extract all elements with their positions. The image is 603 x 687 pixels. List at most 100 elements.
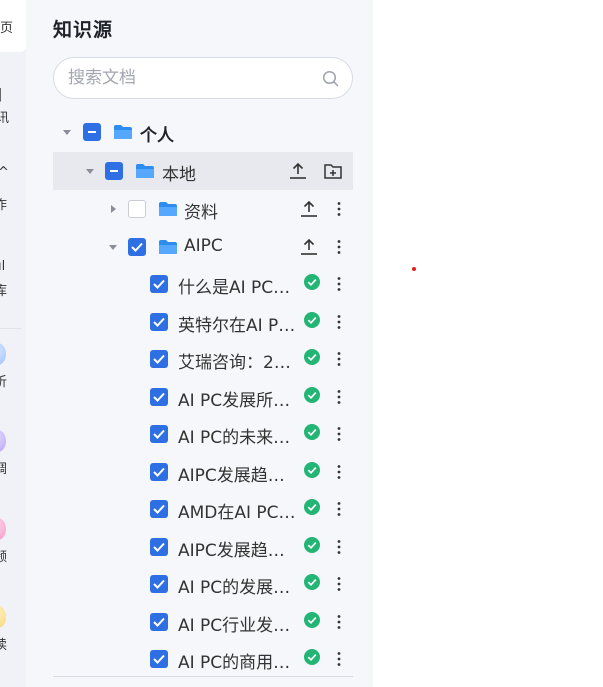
success-check-icon xyxy=(304,386,320,403)
add-folder-icon[interactable] xyxy=(323,161,343,181)
file-name: AI PC的商用… xyxy=(178,653,291,673)
nav-item-label[interactable]: 作 xyxy=(0,199,7,213)
checkbox-checked[interactable] xyxy=(150,537,168,556)
panel-title: 知识源 xyxy=(53,19,114,41)
file-name: 什么是AI PC… xyxy=(178,278,291,298)
nav-item-label[interactable]: 调 xyxy=(0,463,7,477)
nav-item-icon-fragment[interactable]: | xyxy=(0,88,2,102)
tree-node-label: 资料 xyxy=(184,203,218,223)
success-check-icon xyxy=(304,424,320,440)
file-row[interactable]: 英特尔在AI P… xyxy=(53,303,353,341)
more-icon[interactable] xyxy=(336,314,342,330)
more-icon[interactable] xyxy=(336,539,342,555)
nav-item-icon-fragment[interactable]: ıl xyxy=(0,260,5,274)
checkbox-partial[interactable] xyxy=(83,123,101,141)
more-icon[interactable] xyxy=(336,426,342,442)
checkbox-checked[interactable] xyxy=(150,425,168,443)
tree-node-label: 本地 xyxy=(162,165,196,185)
more-icon[interactable] xyxy=(336,464,342,480)
more-icon[interactable] xyxy=(336,239,342,255)
caret-right-icon[interactable] xyxy=(108,204,118,214)
file-row[interactable]: 艾瑞咨询：20… xyxy=(53,340,353,378)
nav-item-label[interactable]: 讯 xyxy=(0,112,9,126)
file-row[interactable]: AI PC的商用… xyxy=(53,640,353,678)
tree-node-root[interactable]: 个人 xyxy=(53,113,353,151)
tree-node-folder[interactable]: 资料 xyxy=(53,190,353,228)
success-check-icon xyxy=(304,274,320,290)
file-row[interactable]: AI PC行业发… xyxy=(53,603,353,641)
checkbox-checked[interactable] xyxy=(150,575,168,593)
folder-icon xyxy=(159,240,177,254)
caret-down-icon[interactable] xyxy=(62,127,72,137)
checkbox-checked[interactable] xyxy=(150,500,168,518)
file-row[interactable]: 什么是AI PC… xyxy=(53,265,353,303)
file-name: AIPC发展趋… xyxy=(178,540,285,561)
success-check-icon xyxy=(304,311,320,328)
app-icon[interactable] xyxy=(0,606,6,628)
app-icon[interactable] xyxy=(0,430,6,452)
upload-icon[interactable] xyxy=(299,237,319,257)
tree-node-folder[interactable]: AIPC xyxy=(53,228,353,266)
more-icon[interactable] xyxy=(336,614,342,630)
file-row[interactable]: AMD在AI PC… xyxy=(53,490,353,528)
nav-item-label[interactable]: 读 xyxy=(0,639,7,653)
app-icon[interactable] xyxy=(0,343,6,365)
file-name: 英特尔在AI P… xyxy=(178,315,296,336)
caret-down-icon[interactable] xyxy=(108,242,118,252)
checkbox-checked[interactable] xyxy=(150,387,168,406)
file-name: AMD在AI PC… xyxy=(178,503,296,523)
file-row[interactable]: AI PC的发展… xyxy=(53,565,353,603)
nav-item-label[interactable]: 析 xyxy=(0,376,7,390)
file-row[interactable]: AIPC发展趋… xyxy=(53,453,353,491)
nav-item-label[interactable]: 库 xyxy=(0,285,7,299)
left-nav-rail: 页 | 讯 ^ 作 ıl 库 析 调 频 读 xyxy=(0,0,26,687)
search-input[interactable] xyxy=(68,67,308,89)
more-icon[interactable] xyxy=(336,201,342,217)
app-root: 页 | 讯 ^ 作 ıl 库 析 调 频 读 知识源 个人 xyxy=(0,0,603,687)
checkbox-unchecked[interactable] xyxy=(128,200,146,218)
file-name: AI PC发展所… xyxy=(178,390,291,411)
checkbox-checked[interactable] xyxy=(128,238,146,256)
search-box[interactable] xyxy=(53,57,353,99)
success-check-icon xyxy=(304,649,320,665)
folder-icon xyxy=(136,164,154,178)
more-icon[interactable] xyxy=(336,651,342,667)
success-check-icon xyxy=(304,499,320,515)
tree-node-label: AIPC xyxy=(184,236,223,256)
cursor-dot xyxy=(412,267,416,271)
file-row[interactable]: AI PC发展所… xyxy=(53,378,353,416)
file-row[interactable]: AIPC发展趋… xyxy=(53,528,353,566)
nav-item-label[interactable]: 频 xyxy=(0,551,7,565)
success-check-icon xyxy=(304,574,320,590)
rail-divider xyxy=(0,328,22,329)
checkbox-checked[interactable] xyxy=(150,612,168,631)
checkbox-checked[interactable] xyxy=(150,462,168,481)
upload-icon[interactable] xyxy=(288,161,308,181)
success-check-icon xyxy=(304,611,320,628)
checkbox-checked[interactable] xyxy=(150,312,168,331)
checkbox-partial[interactable] xyxy=(105,162,123,180)
more-icon[interactable] xyxy=(336,351,342,367)
list-bottom-divider xyxy=(53,676,353,677)
file-name: AI PC行业发… xyxy=(178,615,291,636)
success-check-icon xyxy=(304,536,320,553)
checkbox-checked[interactable] xyxy=(150,350,168,368)
folder-icon xyxy=(159,202,177,216)
checkbox-checked[interactable] xyxy=(150,275,168,293)
file-row[interactable]: AI PC的未来… xyxy=(53,415,353,453)
search-icon[interactable] xyxy=(322,70,339,87)
app-icon[interactable] xyxy=(0,518,6,540)
more-icon[interactable] xyxy=(336,501,342,517)
file-name: AIPC发展趋… xyxy=(178,465,285,486)
more-icon[interactable] xyxy=(336,389,342,405)
nav-item-icon-fragment[interactable]: ^ xyxy=(0,166,9,180)
file-name: AI PC的未来… xyxy=(178,428,291,448)
nav-item-label[interactable]: 页 xyxy=(0,22,13,36)
more-icon[interactable] xyxy=(336,276,342,292)
tree-node-local[interactable]: 本地 xyxy=(53,152,353,190)
caret-down-icon[interactable] xyxy=(85,166,95,176)
more-icon[interactable] xyxy=(336,576,342,592)
upload-icon[interactable] xyxy=(299,199,319,219)
tree-node-label: 个人 xyxy=(140,126,174,146)
checkbox-checked[interactable] xyxy=(150,650,168,668)
